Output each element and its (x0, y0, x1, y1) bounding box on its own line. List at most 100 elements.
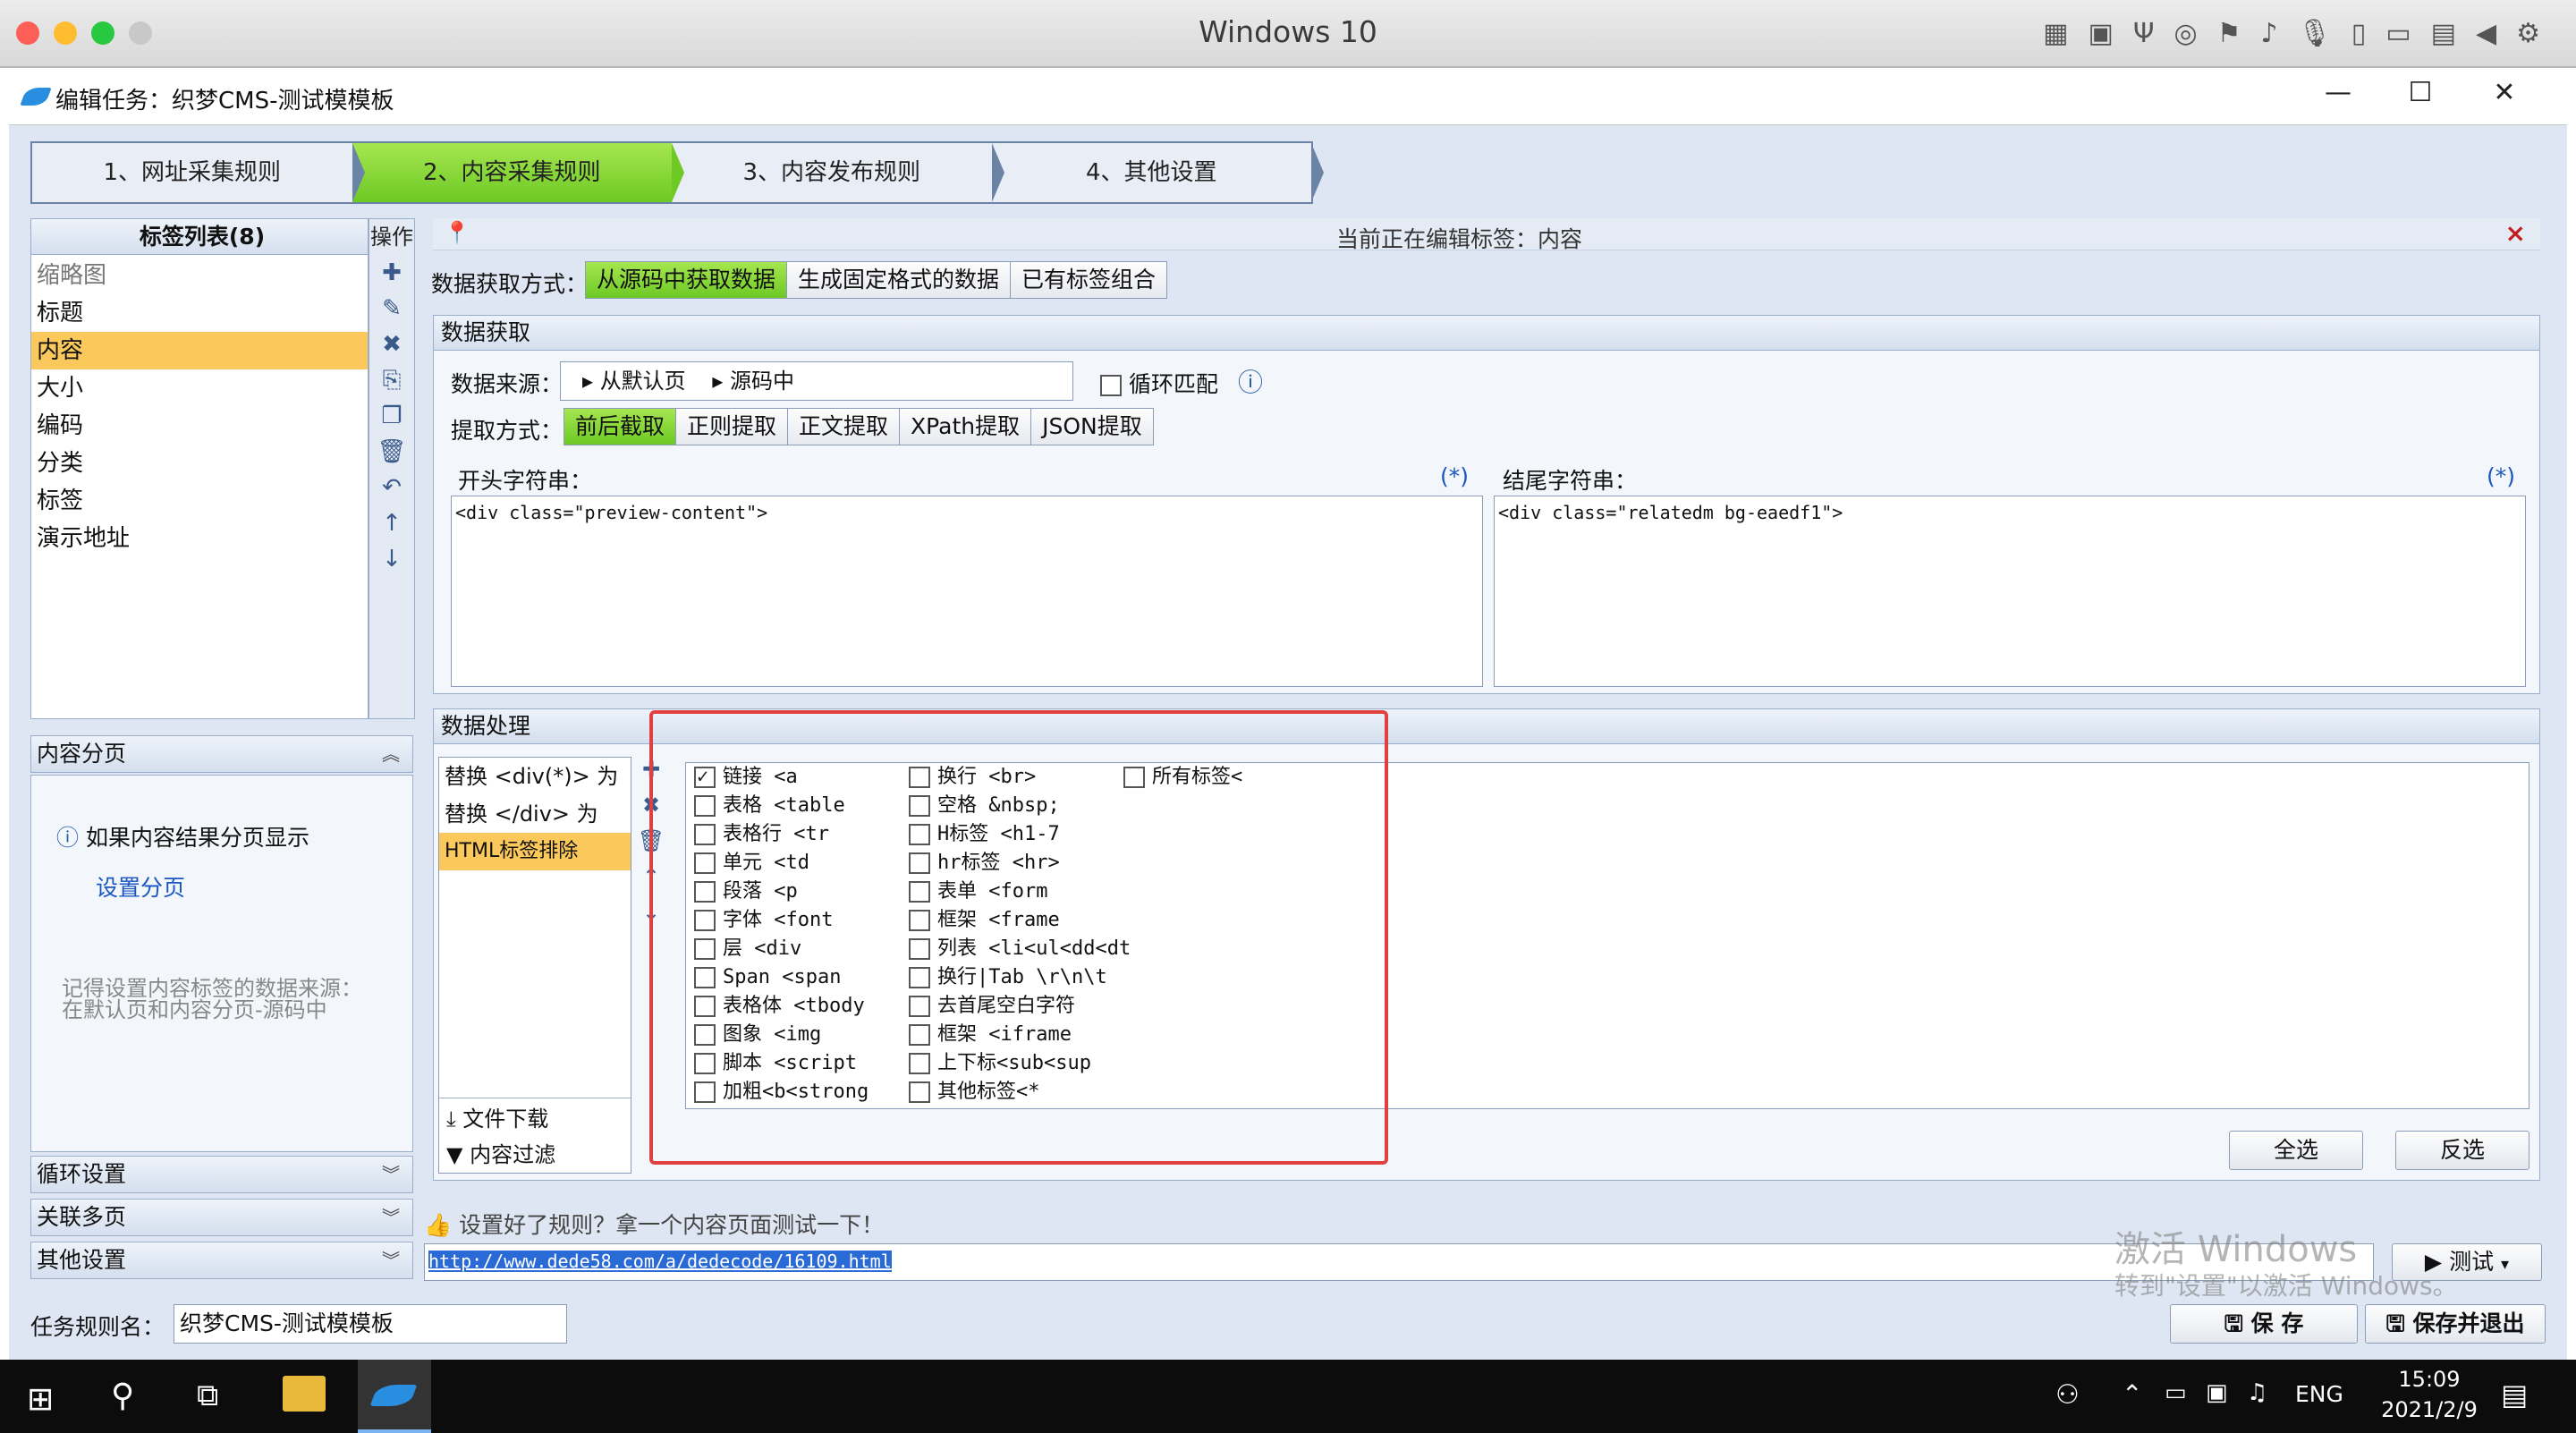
chevron-down-icon: ︾ (382, 1250, 400, 1271)
chevron-down-icon: ︾ (382, 1207, 400, 1228)
breadcrumb-arrow-icon: ▸ (712, 369, 724, 394)
tag-item[interactable]: 演示地址 (31, 520, 368, 557)
task-view-icon[interactable]: ⧉ (197, 1378, 218, 1413)
language-indicator[interactable]: ENG (2295, 1381, 2343, 1407)
file-download-item[interactable]: ⤓ 文件下载 (446, 1101, 548, 1132)
rule-item[interactable]: 替换 </div> 为 (439, 795, 631, 833)
chip-icon[interactable]: ▣ (2088, 18, 2113, 49)
acquire-method-group: 从源码中获取数据 生成固定格式的数据 已有标签组合 (585, 261, 1168, 299)
extract-xpath-button[interactable]: XPath提取 (900, 409, 1032, 445)
loop-settings-header[interactable]: 循环设置 ︾ (30, 1156, 413, 1193)
file-explorer-icon[interactable] (283, 1376, 326, 1412)
camera-icon[interactable]: ▭ (2385, 18, 2411, 49)
edit-icon[interactable]: ✎ (369, 291, 414, 326)
phone-icon[interactable]: ▯ (2351, 18, 2367, 49)
flag-icon[interactable]: ⚑ (2217, 18, 2241, 49)
clock-time[interactable]: 15:09 (2385, 1367, 2474, 1392)
extract-json-button[interactable]: JSON提取 (1031, 409, 1153, 445)
move-up-icon[interactable]: ↑ (369, 505, 414, 541)
save-button[interactable]: 🖫 保 存 (2170, 1304, 2358, 1344)
wizard-step-4[interactable]: 4、其他设置 (992, 143, 1324, 202)
chevron-up-icon[interactable]: ⌃ (2122, 1379, 2142, 1409)
other-settings-header[interactable]: 其他设置 ︾ (30, 1242, 413, 1279)
copy-icon[interactable]: ⎘ (369, 362, 414, 398)
back-icon[interactable]: ◀ (2476, 18, 2496, 49)
battery-icon[interactable]: ▭ (2165, 1379, 2187, 1406)
trash-icon[interactable]: 🗑 (369, 434, 414, 470)
content-filter-item[interactable]: ▼ 内容过滤 (446, 1137, 555, 1168)
content-filter-label: 内容过滤 (470, 1142, 556, 1167)
info-icon[interactable]: ⓘ (1238, 363, 1263, 399)
tag-item[interactable]: 大小 (31, 369, 368, 407)
wizard-step-3[interactable]: 3、内容发布规则 (672, 143, 1004, 202)
loop-match-checkbox[interactable]: 循环匹配 (1100, 367, 1218, 399)
tag-item-selected[interactable]: 内容 (31, 332, 368, 369)
tag-item[interactable]: 分类 (31, 445, 368, 482)
tag-item[interactable]: 编码 (31, 407, 368, 445)
invert-selection-button[interactable]: 反选 (2395, 1131, 2529, 1170)
extract-body-button[interactable]: 正文提取 (788, 409, 901, 445)
tag-item[interactable]: 标题 (31, 294, 368, 332)
move-down-icon[interactable]: ↓ (369, 541, 414, 577)
volume-icon[interactable]: ♫ (2247, 1379, 2267, 1406)
close-button[interactable]: ✕ (2478, 77, 2531, 108)
extract-before-after-button[interactable]: 前后截取 (564, 409, 677, 445)
acquire-tag-combine-button[interactable]: 已有标签组合 (1011, 262, 1167, 298)
people-icon[interactable]: ⚇ (2055, 1379, 2080, 1411)
task-name-label: 任务规则名： (30, 1314, 165, 1340)
minimize-button[interactable]: — (2311, 77, 2365, 108)
tag-item[interactable]: 标签 (31, 482, 368, 520)
add-icon[interactable]: ✚ (369, 255, 414, 291)
start-regex-marker[interactable]: (*) (1440, 463, 1469, 489)
rule-item[interactable]: 替换 <div(*)> 为 (439, 758, 631, 795)
acquire-from-source-button[interactable]: 从源码中获取数据 (586, 262, 788, 298)
app-taskbar-button[interactable] (358, 1360, 431, 1433)
paging-header[interactable]: 内容分页 ︽ (30, 735, 413, 773)
end-string-textarea[interactable]: <div class="relatedm bg-eaedf1"> (1494, 496, 2526, 687)
mic-icon[interactable]: 🎙 (2298, 18, 2332, 49)
test-hint-text: 设置好了规则？拿一个内容页面测试一下！ (459, 1212, 885, 1238)
acquire-label: 数据获取方式： (431, 271, 589, 297)
grid-icon[interactable]: ▦ (2043, 18, 2068, 49)
multi-page-title: 关联多页 (37, 1204, 127, 1230)
wizard-step-2[interactable]: 2、内容采集规则 (352, 143, 684, 202)
wizard-step-1[interactable]: 1、网址采集规则 (32, 143, 364, 202)
folder-icon[interactable]: ▤ (2431, 18, 2456, 49)
ops-header: 操作 (370, 225, 413, 250)
disc-icon[interactable]: ◎ (2174, 18, 2197, 49)
editing-close-icon[interactable]: × (2505, 218, 2526, 248)
search-icon[interactable]: ⚲ (111, 1378, 134, 1414)
paging-note-2: 在默认页和内容分页-源码中 (62, 997, 327, 1022)
end-regex-marker[interactable]: (*) (2487, 463, 2515, 489)
info-icon: ⓘ (56, 825, 80, 851)
clock-date[interactable]: 2021/2/9 (2367, 1397, 2492, 1422)
gear-icon[interactable]: ⚙ (2516, 18, 2540, 49)
paging-title: 内容分页 (37, 741, 127, 767)
multi-page-header[interactable]: 关联多页 ︾ (30, 1199, 413, 1236)
undo-icon[interactable]: ↶ (369, 470, 414, 505)
source-input[interactable]: ▸ 从默认页 ▸ 源码中 (560, 361, 1073, 401)
checkbox-box[interactable] (1100, 375, 1122, 396)
acquire-fixed-format-button[interactable]: 生成固定格式的数据 (787, 262, 1012, 298)
thumbs-up-icon: 👍 (424, 1212, 453, 1238)
tag-item[interactable]: 缩略图 (31, 257, 368, 294)
loop-settings-title: 循环设置 (37, 1161, 127, 1187)
task-name-input[interactable]: 织梦CMS-测试模模板 (174, 1304, 567, 1344)
paste-icon[interactable]: ❐ (369, 398, 414, 434)
extract-regex-button[interactable]: 正则提取 (676, 409, 789, 445)
save-exit-button[interactable]: 🖫 保存并退出 (2365, 1304, 2546, 1344)
windows-start-icon[interactable]: ⊞ (27, 1381, 54, 1418)
set-paging-link[interactable]: 设置分页 (96, 870, 185, 903)
extract-method-group: 前后截取 正则提取 正文提取 XPath提取 JSON提取 (564, 408, 1154, 445)
usb-icon[interactable]: Ψ (2133, 18, 2155, 49)
test-url-input[interactable]: http://www.dede58.com/a/dedecode/16109.h… (424, 1243, 2374, 1281)
maximize-button[interactable]: ☐ (2394, 77, 2447, 108)
start-string-textarea[interactable]: <div class="preview-content"> (451, 496, 1483, 687)
notification-icon[interactable]: ▤ (2501, 1378, 2528, 1412)
speaker-icon[interactable]: ♪ (2261, 18, 2278, 49)
delete-icon[interactable]: ✖ (369, 326, 414, 362)
rule-item-selected[interactable]: HTML标签排除 (439, 833, 631, 870)
select-all-button[interactable]: 全选 (2229, 1131, 2363, 1170)
extract-label: 提取方式： (451, 418, 564, 444)
network-icon[interactable]: ▣ (2206, 1379, 2228, 1406)
